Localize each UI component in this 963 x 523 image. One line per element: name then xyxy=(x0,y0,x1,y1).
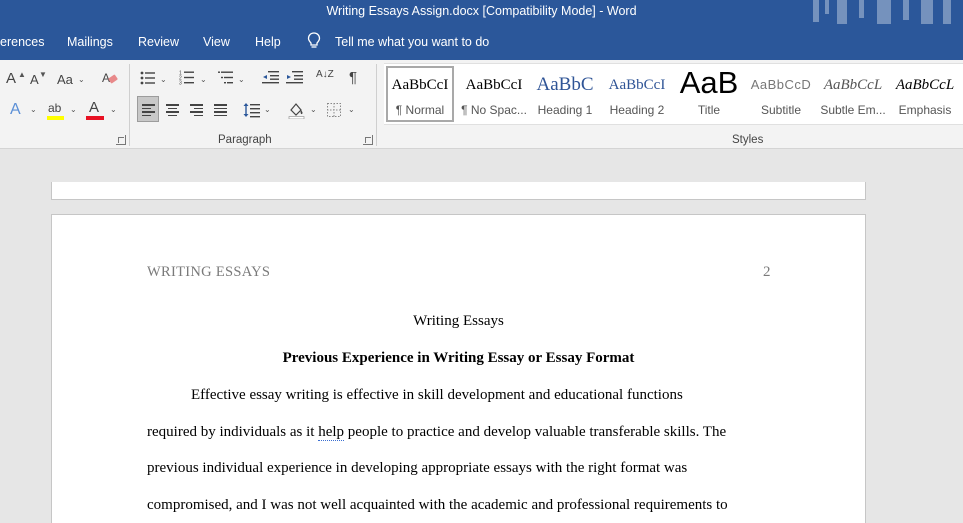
window-title: Writing Essays Assign.docx [Compatibilit… xyxy=(326,4,637,18)
line-spacing-caret-icon[interactable]: ⌄ xyxy=(264,105,271,114)
svg-text:A: A xyxy=(102,71,110,85)
font-dialog-launcher-icon[interactable] xyxy=(116,135,126,145)
increase-indent-icon[interactable] xyxy=(286,70,303,84)
svg-text:3: 3 xyxy=(179,81,182,86)
style-no-spacing[interactable]: AaBbCcI ¶ No Spac... xyxy=(460,68,528,124)
style-emphasis[interactable]: AaBbCcL Emphasis xyxy=(891,68,959,124)
tab-review[interactable]: Review xyxy=(138,35,179,49)
style-name: Heading 1 xyxy=(537,103,593,117)
numbering-caret-icon[interactable]: ⌄ xyxy=(200,75,207,84)
change-case-caret-icon[interactable]: ⌄ xyxy=(78,75,85,84)
highlight-caret-icon[interactable]: ⌄ xyxy=(70,105,77,114)
bullets-icon[interactable] xyxy=(140,71,156,85)
ribbon-separator xyxy=(376,64,377,146)
shrink-caret-icon: ▼ xyxy=(39,70,47,79)
text-effects-icon[interactable]: A xyxy=(10,102,21,118)
body-line: compromised, and I was not well acquaint… xyxy=(147,497,728,513)
body-line: required by individuals as it help peopl… xyxy=(147,424,726,441)
style-name: Title xyxy=(697,103,721,117)
tab-view[interactable]: View xyxy=(203,35,230,49)
body-line: previous individual experience in develo… xyxy=(147,460,688,476)
grow-caret-icon: ▲ xyxy=(18,70,26,79)
body-line-text: required by individuals as it xyxy=(147,424,319,440)
font-color-caret-icon[interactable]: ⌄ xyxy=(110,105,117,114)
borders-caret-icon[interactable]: ⌄ xyxy=(348,105,355,114)
borders-icon[interactable] xyxy=(327,103,341,117)
align-center-icon[interactable] xyxy=(166,104,179,116)
style-name: Subtitle xyxy=(760,103,802,117)
justify-icon[interactable] xyxy=(214,104,227,116)
style-subtle-emphasis[interactable]: AaBbCcL Subtle Em... xyxy=(819,68,887,124)
running-head: WRITING ESSAYS xyxy=(147,264,271,280)
flagged-word[interactable]: help xyxy=(318,424,345,441)
grow-font-icon[interactable]: A xyxy=(6,71,16,87)
font-color-icon[interactable]: A xyxy=(89,100,99,116)
ribbon-tabs: erences Mailings Review View Help Tell m… xyxy=(0,24,963,60)
lightbulb-icon[interactable] xyxy=(307,32,321,50)
multilevel-list-icon[interactable] xyxy=(218,70,234,85)
paragraph-dialog-launcher-icon[interactable] xyxy=(363,135,373,145)
tell-me-search[interactable]: Tell me what you want to do xyxy=(335,35,489,49)
style-title[interactable]: AaB Title xyxy=(675,68,743,124)
styles-group-label: Styles xyxy=(732,134,764,146)
style-name: ¶ No Spac... xyxy=(461,103,527,117)
title-bar: Writing Essays Assign.docx [Compatibilit… xyxy=(0,0,963,30)
tab-mailings[interactable]: Mailings xyxy=(67,35,113,49)
font-color-bar xyxy=(86,116,104,120)
numbering-icon[interactable]: 1 2 3 xyxy=(179,70,195,85)
decrease-indent-icon[interactable] xyxy=(262,70,279,84)
style-heading-2[interactable]: AaBbCcI Heading 2 xyxy=(603,68,671,124)
document-canvas[interactable]: WRITING ESSAYS 2 Writing Essays Previous… xyxy=(0,150,963,523)
style-preview: AaBbCcL xyxy=(823,77,883,93)
document-title: Writing Essays xyxy=(413,313,504,329)
style-heading-1[interactable]: AaBbC Heading 1 xyxy=(531,68,599,124)
line-spacing-icon[interactable] xyxy=(243,102,260,118)
show-hide-marks-icon[interactable]: ¶ xyxy=(349,70,357,86)
style-preview: AaBbCcI xyxy=(608,77,666,93)
style-name: Subtle Em... xyxy=(820,103,886,117)
previous-page-bottom xyxy=(51,182,866,200)
style-subtitle[interactable]: AaBbCcD Subtitle xyxy=(747,68,815,124)
document-page[interactable]: WRITING ESSAYS 2 Writing Essays Previous… xyxy=(51,214,866,523)
style-normal[interactable]: AaBbCcI ¶ Normal xyxy=(386,66,454,122)
section-heading: Previous Experience in Writing Essay or … xyxy=(282,350,635,366)
body-line-text: people to practice and develop valuable … xyxy=(347,424,727,440)
shading-icon[interactable] xyxy=(288,101,305,119)
sort-icon[interactable]: A↓Z xyxy=(316,70,334,80)
style-preview: AaBbCcI xyxy=(465,77,523,93)
highlight-icon[interactable]: ab xyxy=(48,100,61,116)
body-line: Effective essay writing is effective in … xyxy=(191,387,683,403)
style-name: Heading 2 xyxy=(609,103,665,117)
bullets-caret-icon[interactable]: ⌄ xyxy=(160,75,167,84)
style-name: Emphasis xyxy=(898,103,952,117)
tab-help[interactable]: Help xyxy=(255,35,281,49)
tab-references[interactable]: erences xyxy=(0,35,44,49)
change-case-icon[interactable]: Aa xyxy=(57,72,73,88)
ribbon-separator xyxy=(129,64,130,146)
page-number: 2 xyxy=(763,264,771,280)
ribbon: A ▲ A ▼ Aa ⌄ A A ⌄ ab ⌄ A ⌄ ⌄ 1 2 3 ⌄ ⌄ … xyxy=(0,60,963,149)
multilevel-caret-icon[interactable]: ⌄ xyxy=(238,75,245,84)
shrink-font-icon[interactable]: A xyxy=(30,72,39,88)
highlight-color-bar xyxy=(47,116,64,120)
align-left-icon[interactable] xyxy=(142,104,155,116)
style-name: ¶ Normal xyxy=(395,103,445,117)
style-preview: AaBbCcI xyxy=(391,77,449,93)
style-preview: AaB xyxy=(679,68,739,98)
shading-caret-icon[interactable]: ⌄ xyxy=(310,105,317,114)
style-preview: AaBbCcD xyxy=(750,77,812,92)
paragraph-group-label: Paragraph xyxy=(218,134,272,146)
clear-formatting-icon[interactable]: A xyxy=(102,70,118,86)
text-effects-caret-icon[interactable]: ⌄ xyxy=(30,105,37,114)
style-preview: AaBbCcL xyxy=(895,77,955,93)
style-preview: AaBbC xyxy=(536,74,594,95)
styles-gallery: AaBbCcI ¶ Normal AaBbCcI ¶ No Spac... Aa… xyxy=(384,63,963,125)
align-right-icon[interactable] xyxy=(190,104,203,116)
